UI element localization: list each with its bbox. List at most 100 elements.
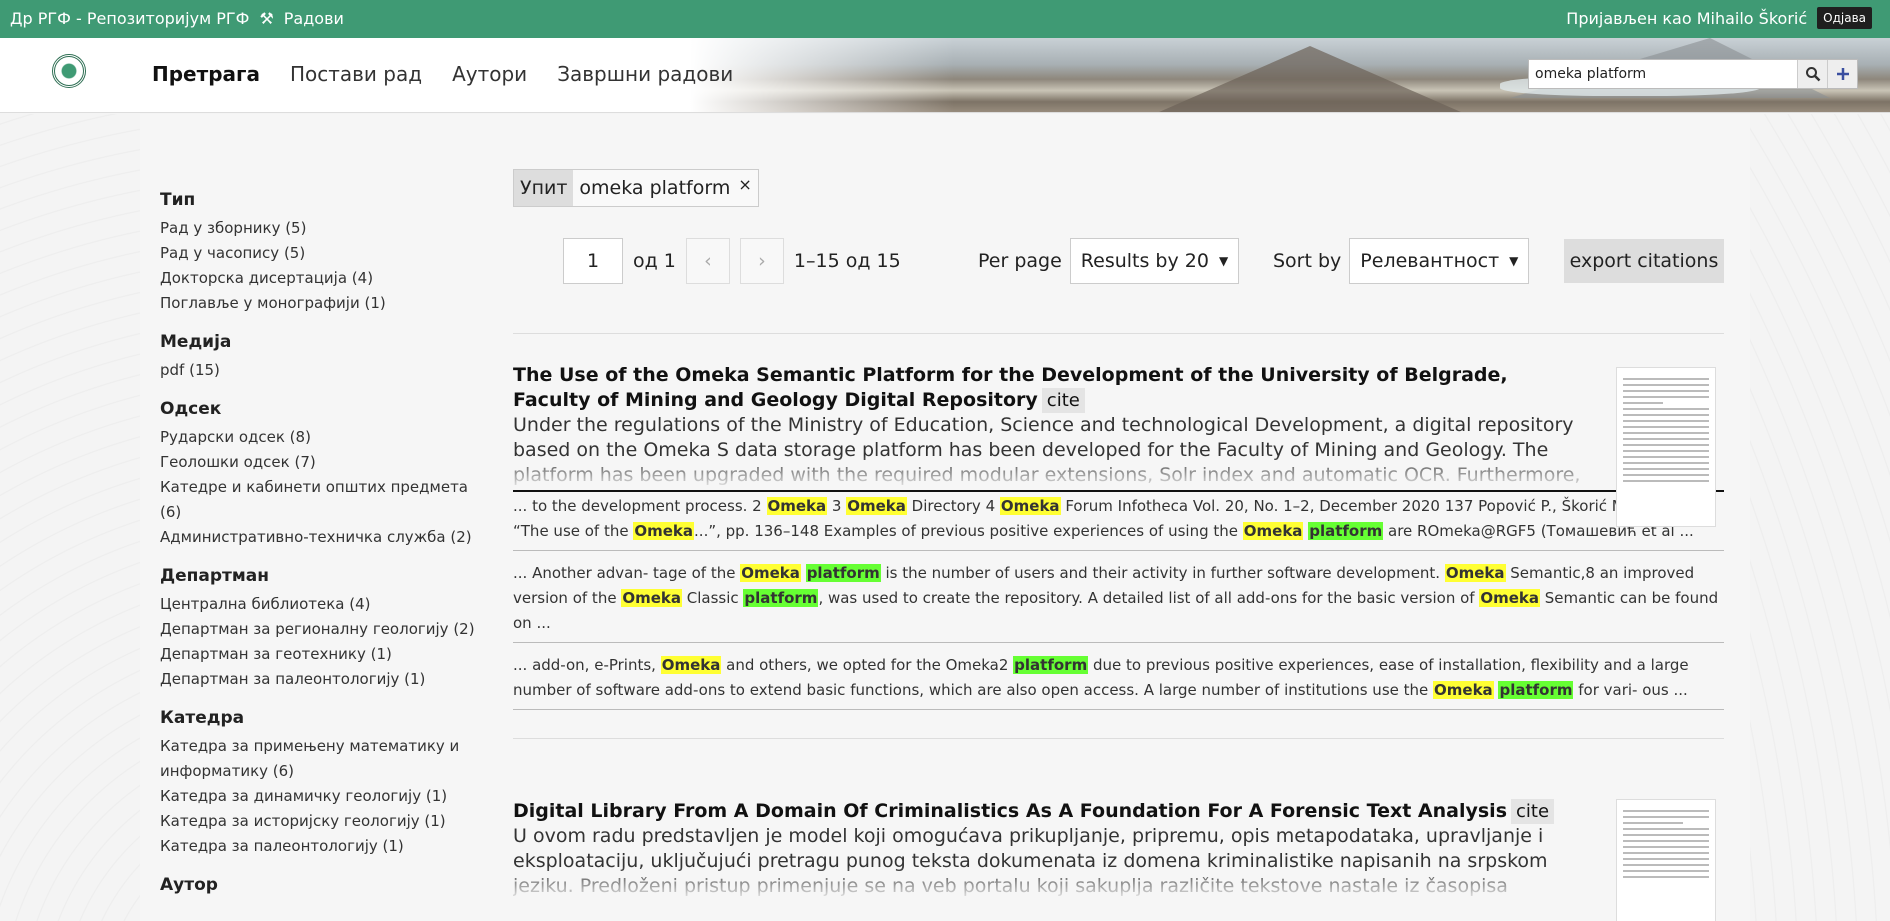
- facet-author: Аутор: [160, 875, 490, 895]
- works-link[interactable]: Радови: [284, 9, 344, 28]
- nav-authors[interactable]: Аутори: [452, 62, 527, 86]
- facet-item[interactable]: Департман за палеонтологију (1): [160, 667, 490, 692]
- per-page-value: Results by 20: [1080, 250, 1209, 272]
- per-page-label: Per page: [978, 250, 1062, 272]
- sort-select[interactable]: Релевантност ▼: [1349, 238, 1530, 284]
- pagination: 1 од 1 ‹ › 1–15 од 15: [563, 238, 901, 284]
- search-highlight: Omeka: [740, 564, 801, 582]
- facet-title: Медија: [160, 332, 232, 352]
- nav-final-works[interactable]: Завршни радови: [557, 62, 733, 86]
- result-title[interactable]: The Use of the Omeka Semantic Platform f…: [513, 363, 1583, 413]
- facet-item[interactable]: Поглавље у монографији (1): [160, 291, 490, 316]
- divider: [513, 738, 1724, 739]
- result-snippet: ... add-on, e-Prints, Omeka and others, …: [513, 643, 1724, 710]
- search-result: The Use of the Omeka Semantic Platform f…: [513, 363, 1724, 710]
- facet-title: Одсек: [160, 399, 222, 419]
- sort-value: Релевантност: [1360, 250, 1500, 272]
- cite-button[interactable]: cite: [1511, 799, 1555, 824]
- search-highlight: Omeka: [1444, 564, 1506, 582]
- facet-item[interactable]: Докторска дисертација (4): [160, 266, 490, 291]
- hammer-pick-icon[interactable]: ⚒: [259, 9, 273, 28]
- per-page-select[interactable]: Results by 20 ▼: [1069, 238, 1240, 284]
- result-range: 1–15 од 15: [793, 250, 901, 272]
- plus-icon[interactable]: [1827, 60, 1857, 88]
- facet-item[interactable]: Катедра за динамичку геологију (1): [160, 784, 490, 809]
- page-of-label: од 1: [633, 250, 676, 272]
- top-admin-bar: Др РГФ - Репозиторијум РГФ ⚒ Радови Приј…: [0, 0, 1890, 38]
- search-highlight: Omeka: [633, 522, 695, 540]
- result-abstract: U ovom radu predstavljen je model koji o…: [513, 825, 1548, 901]
- site-header: Претрага Постави рад Аутори Завршни радо…: [0, 38, 1890, 113]
- result-title[interactable]: Digital Library From A Domain Of Crimina…: [513, 799, 1583, 824]
- search-icon[interactable]: [1797, 60, 1827, 88]
- facet-item[interactable]: Централна библиотека (4): [160, 592, 490, 617]
- chevron-down-icon: ▼: [1218, 254, 1229, 268]
- query-text: omeka platform: [579, 177, 731, 199]
- search-highlight: platform: [1498, 681, 1574, 699]
- query-chip: Упит omeka platform ×: [513, 169, 759, 207]
- facet-item[interactable]: Департман за геотехнику (1): [160, 642, 490, 667]
- result-abstract: Under the regulations of the Ministry of…: [513, 414, 1581, 490]
- result-snippet: ... to the development process. 2 Omeka …: [513, 492, 1724, 551]
- search-highlight: platform: [743, 589, 819, 607]
- nav-submit-work[interactable]: Постави рад: [290, 62, 422, 86]
- facet-chair: Катедра Катедра за примењену математику …: [160, 708, 490, 859]
- search-highlight: platform: [805, 564, 881, 582]
- facet-item[interactable]: Рударски одсек (8): [160, 425, 490, 450]
- search-highlight: Omeka: [766, 497, 828, 515]
- chevron-right-icon[interactable]: ›: [739, 238, 784, 284]
- facet-item[interactable]: Геолошки одсек (7): [160, 450, 490, 475]
- facet-item[interactable]: Рад у часопису (5): [160, 241, 490, 266]
- facet-item[interactable]: Департман за регионалну геологију (2): [160, 617, 490, 642]
- logout-button[interactable]: Одјава: [1817, 7, 1872, 29]
- search-highlight: platform: [1308, 522, 1384, 540]
- search-highlight: Omeka: [1242, 522, 1304, 540]
- logged-in-user: Пријављен као Mihailo Škorić: [1566, 8, 1808, 28]
- header-search: [1528, 59, 1858, 89]
- document-thumbnail[interactable]: [1616, 367, 1716, 527]
- page-number-input[interactable]: 1: [563, 238, 623, 284]
- divider: [513, 333, 1724, 334]
- search-highlight: Omeka: [1433, 681, 1494, 699]
- facet-sidebar: Тип Рад у зборнику (5) Рад у часопису (5…: [160, 190, 490, 911]
- facet-item[interactable]: Катедра за историјску геологију (1): [160, 809, 490, 834]
- site-title-link[interactable]: Др РГФ - Репозиторијум РГФ: [10, 9, 249, 28]
- search-input[interactable]: [1529, 60, 1797, 88]
- result-snippet: ... Another advan- tage of the Omeka pla…: [513, 551, 1724, 643]
- facet-title: Департман: [160, 566, 270, 586]
- search-highlight: Omeka: [846, 497, 907, 515]
- facet-item[interactable]: Катедре и кабинети општих предмета (6): [160, 475, 490, 525]
- export-citations-button[interactable]: export citations: [1564, 239, 1724, 283]
- facet-item[interactable]: Катедра за палеонтологију (1): [160, 834, 490, 859]
- facet-item[interactable]: Рад у зборнику (5): [160, 216, 490, 241]
- chevron-left-icon[interactable]: ‹: [685, 238, 730, 284]
- search-highlight: Omeka: [1479, 589, 1540, 607]
- facet-department: Одсек Рударски одсек (8) Геолошки одсек …: [160, 399, 490, 550]
- result-title-text: The Use of the Omeka Semantic Platform f…: [513, 364, 1508, 411]
- query-label: Упит: [514, 170, 574, 206]
- sort-label: Sort by: [1273, 250, 1342, 272]
- result-title-text: Digital Library From A Domain Of Crimina…: [513, 800, 1508, 822]
- close-icon[interactable]: ×: [738, 175, 751, 199]
- cite-button[interactable]: cite: [1041, 388, 1085, 413]
- main-nav: Претрага Постави рад Аутори Завршни радо…: [152, 62, 733, 86]
- facet-departman: Департман Централна библиотека (4) Депар…: [160, 566, 490, 692]
- facet-type: Тип Рад у зборнику (5) Рад у часопису (5…: [160, 190, 490, 316]
- facet-media: Медија pdf (15): [160, 332, 490, 383]
- search-highlight: platform: [1013, 656, 1089, 674]
- search-highlight: Omeka: [999, 497, 1061, 515]
- per-page-control: Per page Results by 20 ▼: [978, 238, 1240, 284]
- nav-search[interactable]: Претрага: [152, 62, 260, 86]
- facet-item[interactable]: pdf (15): [160, 358, 490, 383]
- facet-item[interactable]: Катедра за примењену математику и информ…: [160, 734, 490, 784]
- facet-title: Тип: [160, 190, 196, 210]
- sort-control: Sort by Релевантност ▼: [1273, 238, 1530, 284]
- search-highlight: Omeka: [660, 656, 722, 674]
- document-thumbnail[interactable]: [1616, 799, 1716, 921]
- facet-item[interactable]: Административно-техничка служба (2): [160, 525, 490, 550]
- facet-title: Катедра: [160, 708, 245, 728]
- query-value: omeka platform ×: [573, 170, 758, 206]
- search-result: Digital Library From A Domain Of Crimina…: [513, 799, 1724, 921]
- search-highlight: Omeka: [621, 589, 682, 607]
- university-logo[interactable]: [52, 54, 86, 88]
